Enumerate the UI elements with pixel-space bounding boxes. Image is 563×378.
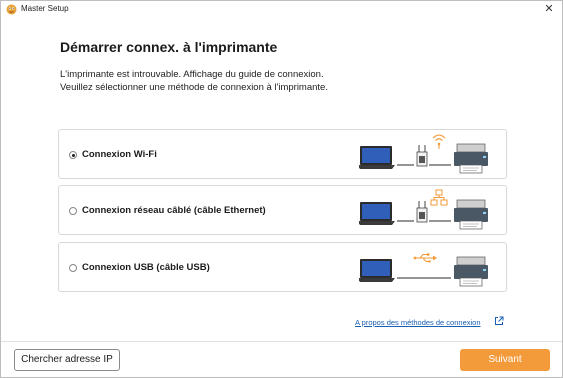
title-bar: Master Setup ✕ — [1, 1, 562, 18]
printer-icon — [454, 199, 488, 230]
option-wifi[interactable]: Connexion Wi-Fi — [58, 129, 507, 179]
radio-usb[interactable] — [69, 264, 77, 272]
usb-connection-illustration — [359, 253, 488, 287]
laptop-icon — [359, 259, 395, 282]
option-wifi-label: Connexion Wi-Fi — [82, 149, 157, 160]
master-setup-window: Master Setup ✕ Démarrer connex. à l'impr… — [0, 0, 563, 378]
footer-divider — [1, 341, 562, 342]
radio-ethernet[interactable] — [69, 207, 77, 215]
close-button[interactable]: ✕ — [542, 1, 556, 17]
network-icon — [430, 189, 448, 206]
laptop-icon — [359, 146, 395, 169]
description-line-2: Veuillez sélectionner une méthode de con… — [60, 82, 328, 93]
usb-icon — [413, 253, 437, 263]
printer-icon — [454, 143, 488, 174]
router-icon — [416, 145, 428, 167]
next-button[interactable]: Suivant — [460, 349, 550, 371]
page-title: Démarrer connex. à l'imprimante — [60, 39, 278, 55]
description-line-1: L'imprimante est introuvable. Affichage … — [60, 69, 324, 80]
option-ethernet-label: Connexion réseau câblé (câble Ethernet) — [82, 205, 266, 216]
router-icon — [416, 201, 428, 223]
option-usb[interactable]: Connexion USB (câble USB) — [58, 242, 507, 292]
wifi-signal-icon — [432, 134, 446, 149]
option-usb-label: Connexion USB (câble USB) — [82, 262, 210, 273]
about-connection-methods-link[interactable]: A propos des méthodes de connexion — [355, 318, 481, 327]
window-title: Master Setup — [21, 4, 69, 13]
ethernet-connection-illustration — [359, 189, 488, 230]
wifi-connection-illustration — [359, 134, 488, 174]
printer-icon — [454, 256, 488, 287]
search-ip-address-button[interactable]: Chercher adresse IP — [14, 349, 120, 371]
radio-wifi[interactable] — [69, 151, 77, 159]
laptop-icon — [359, 202, 395, 225]
external-link-icon[interactable] — [494, 316, 504, 326]
app-icon — [6, 4, 17, 15]
option-ethernet[interactable]: Connexion réseau câblé (câble Ethernet) — [58, 185, 507, 235]
